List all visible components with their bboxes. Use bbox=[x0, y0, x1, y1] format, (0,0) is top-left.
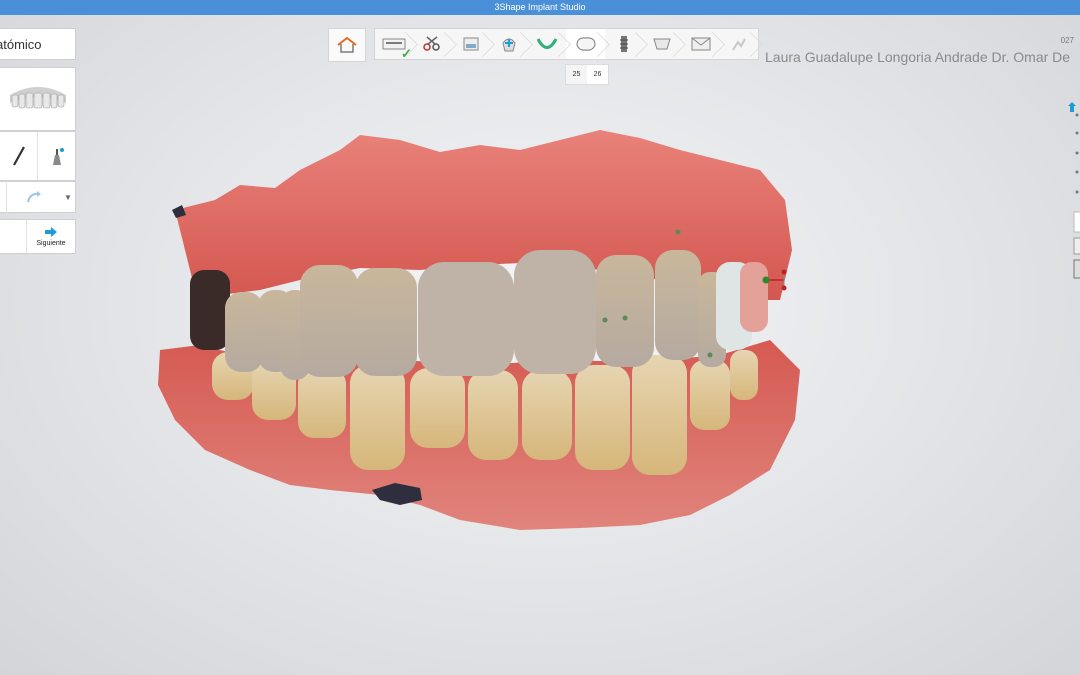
teeth-arch-icon bbox=[9, 87, 66, 109]
next-button[interactable]: Siguiente bbox=[27, 220, 75, 253]
design-panel-header[interactable]: atómico bbox=[0, 28, 76, 60]
design-mode-title: atómico bbox=[0, 37, 42, 52]
implant-plan-icon bbox=[502, 38, 516, 52]
crown-icon bbox=[576, 37, 596, 51]
right-toolbar bbox=[1064, 100, 1080, 285]
check-icon: ✓ bbox=[401, 46, 412, 61]
sculpt-tool-button[interactable] bbox=[0, 132, 38, 180]
workflow-step-finish[interactable] bbox=[720, 29, 758, 59]
scan-view-icon bbox=[463, 37, 479, 51]
home-button[interactable] bbox=[328, 28, 366, 62]
workflow-step-scan-trim[interactable] bbox=[413, 29, 451, 59]
workflow-step-abutment[interactable] bbox=[643, 29, 681, 59]
workflow-step-implant-plan[interactable] bbox=[490, 29, 528, 59]
finish-icon bbox=[731, 38, 746, 51]
patient-name: Laura Guadalupe Longoria Andrade Dr. Oma… bbox=[765, 49, 1071, 65]
viewport-3d[interactable] bbox=[0, 0, 1080, 675]
tooth-subtabs: 25 26 bbox=[565, 64, 609, 85]
case-id: 027 bbox=[1060, 36, 1074, 45]
tooth-tab-25[interactable]: 25 bbox=[566, 65, 587, 84]
arch-icon bbox=[537, 38, 558, 49]
tooth-tab-26[interactable]: 26 bbox=[587, 65, 608, 84]
pencil-icon bbox=[12, 146, 25, 166]
curve-arrow-icon bbox=[27, 191, 41, 203]
workflow-bar: ✓ bbox=[374, 28, 759, 61]
abutment-icon bbox=[653, 38, 671, 50]
workflow-step-crown-design[interactable] bbox=[566, 29, 605, 59]
arch-thumbnail[interactable] bbox=[0, 67, 76, 131]
options-separator bbox=[0, 181, 7, 213]
wax-knife-tool-button[interactable] bbox=[38, 132, 75, 180]
chevron-down-icon[interactable]: ▼ bbox=[61, 193, 75, 202]
workflow-step-implant[interactable] bbox=[605, 29, 643, 59]
wax-knife-icon bbox=[52, 148, 64, 165]
implant-screw-icon bbox=[619, 36, 628, 52]
scissors-icon bbox=[423, 36, 441, 51]
arrow-right-icon bbox=[45, 226, 57, 237]
undo-curve-button[interactable] bbox=[7, 190, 61, 204]
envelope-icon bbox=[691, 37, 711, 51]
next-label: Siguiente bbox=[36, 239, 66, 247]
order-form-icon bbox=[382, 38, 406, 50]
workflow-step-arch[interactable] bbox=[528, 29, 566, 59]
home-icon bbox=[337, 36, 357, 53]
workflow-step-export[interactable] bbox=[681, 29, 719, 59]
tool-row bbox=[0, 131, 76, 181]
right-toolbar-icons[interactable] bbox=[1064, 100, 1080, 280]
tool-options-row: ▼ bbox=[0, 181, 76, 213]
navigation-row: Siguiente bbox=[0, 219, 76, 254]
workflow-step-order-form[interactable]: ✓ bbox=[375, 29, 413, 61]
back-button[interactable] bbox=[0, 220, 27, 253]
